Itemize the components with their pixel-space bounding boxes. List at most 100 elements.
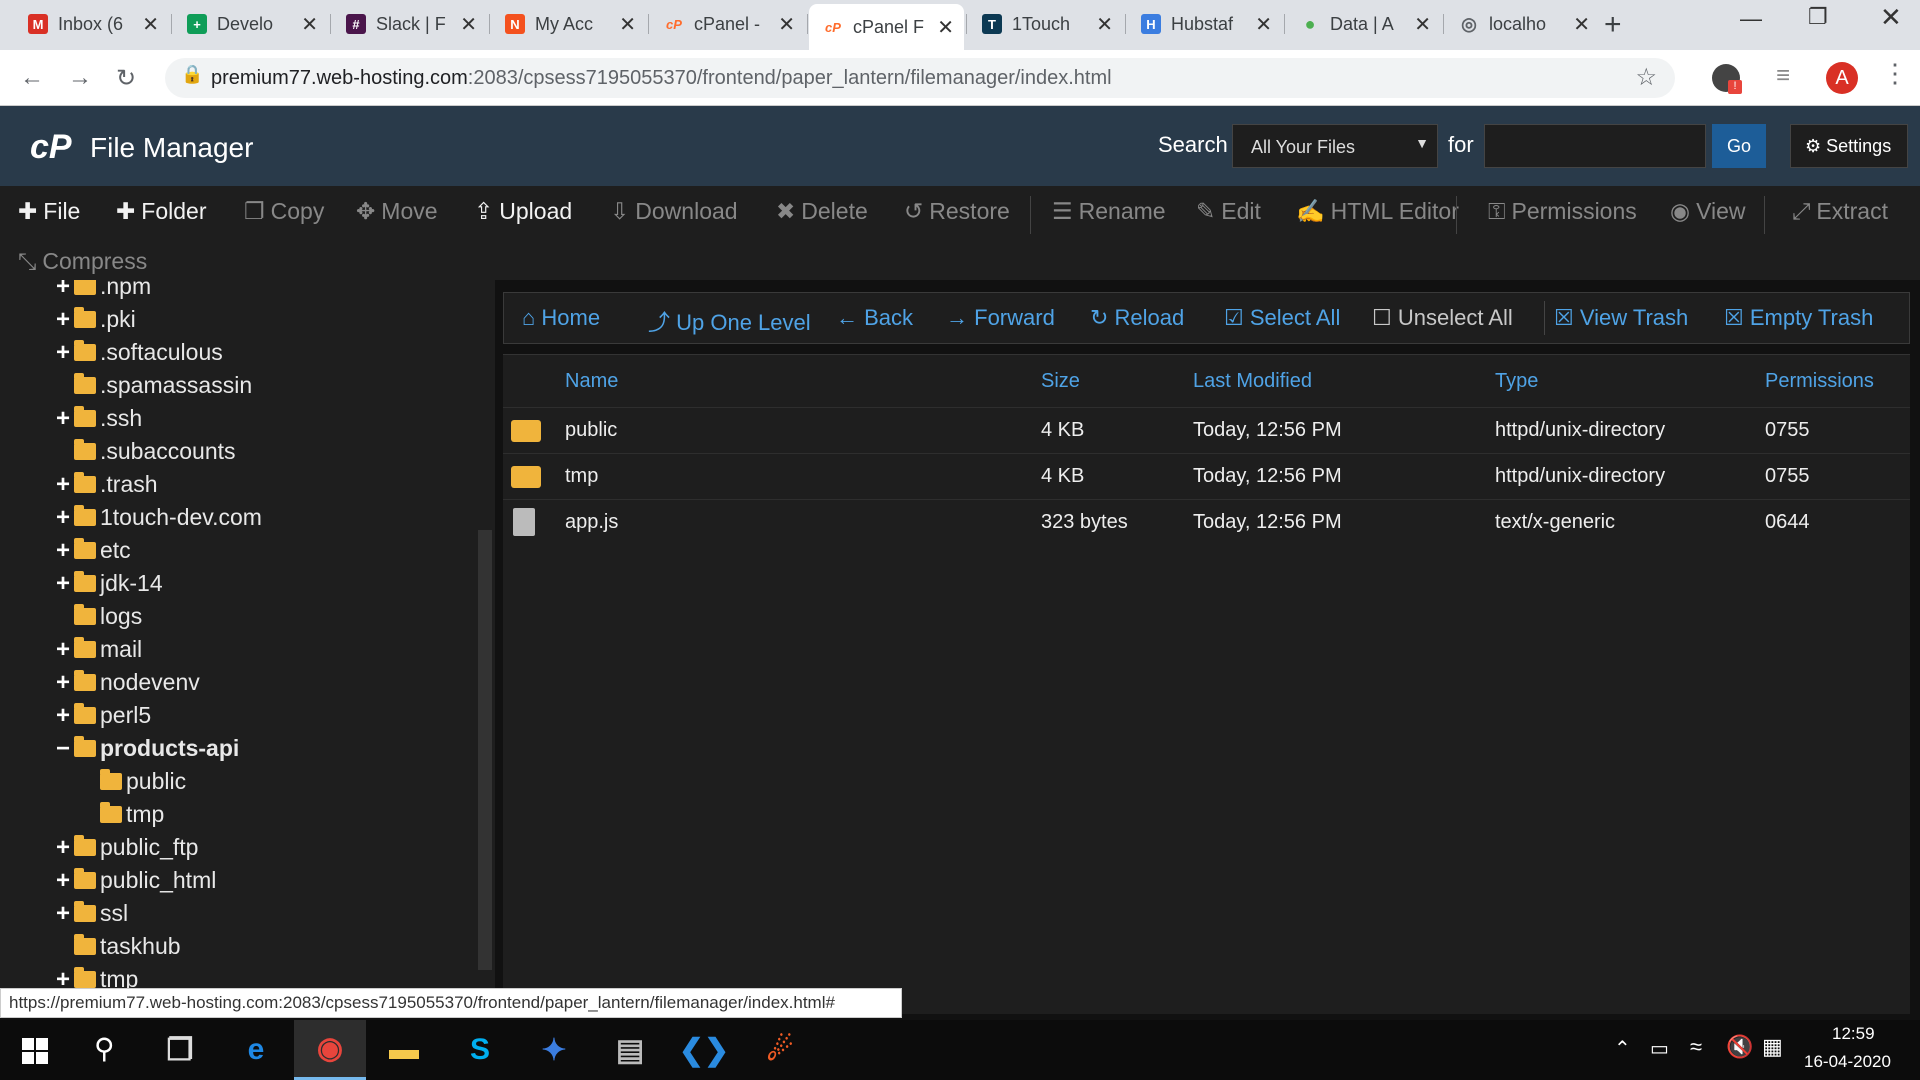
search-icon[interactable]: ⚲ [94,1032,115,1065]
browser-tab[interactable]: ◎ localho ✕ [1445,6,1600,42]
settings-button[interactable]: ⚙ Settings [1790,124,1908,168]
toolbar-move-button[interactable]: ✥ Move [356,198,438,225]
tree-node[interactable]: + public_html [52,864,216,897]
nav-empty-trash-button[interactable]: ☒ Empty Trash [1724,305,1873,331]
file-explorer-icon[interactable]: ▬ [368,1020,440,1080]
search-scope-select[interactable]: All Your Files ▼ [1232,124,1438,168]
tree-node[interactable]: + mail [52,633,142,666]
toolbar-extract-button[interactable]: ⤢ Extract [1792,198,1888,225]
close-window-button[interactable]: ✕ [1880,2,1902,33]
back-arrow-icon[interactable]: ← [20,64,44,92]
go-button[interactable]: Go [1712,124,1766,168]
nav-select-all-button[interactable]: ☑ Select All [1224,305,1340,331]
cpanel-logo-icon[interactable]: cP [30,128,72,167]
close-icon[interactable]: ✕ [937,15,954,40]
toolbar-html-editor-button[interactable]: ✍ HTML Editor [1296,198,1459,225]
tree-node[interactable]: .subaccounts [52,435,236,468]
nav-reload-button[interactable]: ↻ Reload [1090,305,1184,331]
new-tab-button[interactable]: + [1604,8,1622,42]
expand-icon[interactable]: + [52,471,74,499]
tree-node[interactable]: public [100,765,186,798]
browser-tab[interactable]: cP cPanel - ✕ [650,6,805,42]
vscode-icon[interactable]: ❮❯ [668,1020,740,1080]
browser-tab[interactable]: H Hubstaf ✕ [1127,6,1282,42]
toolbar-file-button[interactable]: ✚ File [18,198,80,225]
clock-date[interactable]: 16-04-2020 [1804,1052,1891,1072]
skype-icon[interactable]: S [444,1020,516,1080]
tree-node[interactable]: .spamassassin [52,369,252,402]
notification-icon[interactable]: ▦ [1762,1034,1783,1060]
show-hidden-icons[interactable]: ⌃ [1614,1036,1631,1061]
column-header-name[interactable]: Name [565,370,618,393]
close-icon[interactable]: ✕ [1096,12,1113,37]
file-row[interactable]: public 4 KB Today, 12:56 PM httpd/unix-dire… [503,407,1910,453]
expand-icon[interactable]: + [52,669,74,697]
toolbar-compress-button[interactable]: ⤡ Compress [18,248,147,275]
minimize-button[interactable]: — [1740,6,1762,32]
toolbar-edit-button[interactable]: ✎ Edit [1196,198,1261,225]
column-header-size[interactable]: Size [1041,370,1080,393]
tree-node[interactable]: + etc [52,534,131,567]
tree-node[interactable]: + .softaculous [52,336,223,369]
tree-node[interactable]: + .npm [52,280,151,303]
tree-node[interactable]: + ssl [52,897,128,930]
file-row[interactable]: tmp 4 KB Today, 12:56 PM httpd/unix-directo… [503,453,1910,499]
wifi-icon[interactable]: ≈ [1690,1034,1702,1060]
hubstaff-icon[interactable]: ✦ [518,1020,590,1080]
expand-icon[interactable]: + [52,867,74,895]
expand-icon[interactable]: + [52,306,74,334]
url-bar[interactable]: 🔒 premium77.web-hosting.com:2083/cpsess7… [165,58,1675,98]
toolbar-rename-button[interactable]: ☰ Rename [1052,198,1166,225]
profile-avatar[interactable]: A [1826,62,1858,94]
tree-scrollbar[interactable] [478,530,492,970]
browser-tab[interactable]: # Slack | F ✕ [332,6,487,42]
browser-tab[interactable]: ● Data | A ✕ [1286,6,1441,42]
close-icon[interactable]: ✕ [142,12,159,37]
close-icon[interactable]: ✕ [301,12,318,37]
reload-icon[interactable]: ↻ [116,64,136,93]
nav-forward-button[interactable]: → Forward [946,305,1055,331]
browser-tab[interactable]: + Develo ✕ [173,6,328,42]
close-icon[interactable]: ✕ [1255,12,1272,37]
tree-node[interactable]: − products-api [52,732,239,765]
nav-view-trash-button[interactable]: ☒ View Trash [1554,305,1688,331]
nav-home-button[interactable]: ⌂ Home [522,305,600,331]
volume-mute-icon[interactable]: 🔇 [1726,1034,1753,1060]
tree-node[interactable]: logs [52,600,142,633]
column-header-type[interactable]: Type [1495,370,1538,393]
battery-icon[interactable]: ▭ [1650,1036,1669,1061]
nav-back-button[interactable]: ← Back [836,305,913,331]
toolbar-download-button[interactable]: ⇩ Download [610,198,738,225]
expand-icon[interactable]: + [52,900,74,928]
expand-icon[interactable]: + [52,570,74,598]
toolbar-copy-button[interactable]: ❐ Copy [244,198,324,225]
browser-tab[interactable]: M Inbox (6 ✕ [14,6,169,42]
tree-node[interactable]: + .pki [52,303,136,336]
postman-icon[interactable]: ☄ [744,1020,816,1080]
toolbar-folder-button[interactable]: ✚ Folder [116,198,206,225]
chrome-menu-icon[interactable]: ⋮ [1882,58,1908,89]
nav-unselect-all-button[interactable]: ☐ Unselect All [1372,305,1513,331]
close-icon[interactable]: ✕ [619,12,636,37]
file-row[interactable]: app.js 323 bytes Today, 12:56 PM text/x-gen… [503,499,1910,545]
close-icon[interactable]: ✕ [460,12,477,37]
bookmark-star-icon[interactable]: ☆ [1635,63,1657,92]
tree-node[interactable]: +1touch-dev.com [52,501,262,534]
terminal-icon[interactable]: ▤ [594,1020,666,1080]
expand-icon[interactable]: + [52,339,74,367]
lock-icon[interactable]: 🔒 [181,64,203,85]
tree-node[interactable]: + jdk-14 [52,567,163,600]
tree-node[interactable]: taskhub [52,930,181,963]
browser-tab[interactable]: cP cPanel F ✕ [809,4,964,50]
tree-node[interactable]: + .trash [52,468,158,501]
collapse-icon[interactable]: − [52,735,74,763]
expand-icon[interactable]: + [52,834,74,862]
expand-icon[interactable]: + [52,280,74,301]
search-input[interactable] [1484,124,1706,168]
column-header-permissions[interactable]: Permissions [1765,370,1874,393]
task-view-icon[interactable]: ❐ [144,1020,216,1080]
edge-icon[interactable]: e [220,1020,292,1080]
windows-start-icon[interactable] [22,1038,48,1064]
toolbar-upload-button[interactable]: ⇪ Upload [474,198,572,225]
close-icon[interactable]: ✕ [1573,12,1590,37]
